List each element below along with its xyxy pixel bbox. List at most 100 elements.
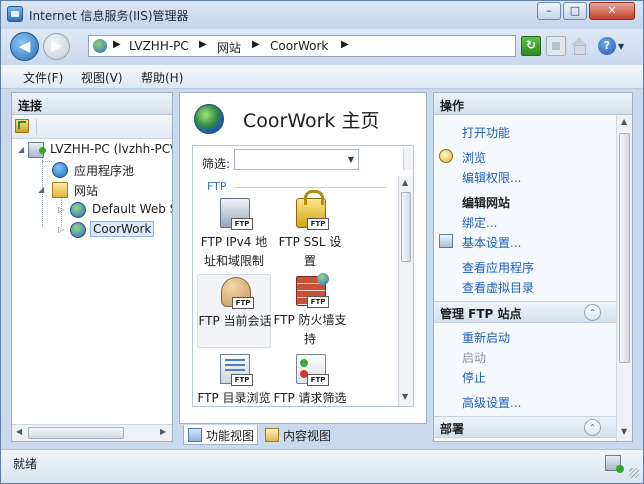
connect-icon[interactable] — [15, 119, 29, 133]
scroll-up-icon[interactable]: ▲ — [621, 117, 627, 126]
scroll-right-icon[interactable]: ▶ — [160, 427, 166, 436]
breadcrumb-separator[interactable]: ▶ — [199, 39, 207, 50]
action-stop[interactable]: 停止 — [462, 369, 486, 386]
close-button[interactable]: ✕ — [589, 2, 635, 20]
tab-features-view[interactable]: 功能视图 — [183, 425, 259, 445]
feature-label: FTP 目录浏览 — [197, 391, 271, 405]
maximize-button[interactable]: □ — [563, 2, 587, 20]
breadcrumb-separator[interactable]: ▶ — [113, 39, 121, 50]
breadcrumb-sites[interactable]: 网站 — [217, 39, 241, 56]
action-bindings[interactable]: 绑定... — [462, 214, 497, 231]
browse-icon — [439, 149, 453, 163]
scroll-left-icon[interactable]: ◀ — [16, 427, 22, 436]
feature-ftp-directory-browsing[interactable]: FTP FTP 目录浏览 — [197, 352, 271, 406]
status-text: 就绪 — [13, 457, 38, 471]
toolbar-divider — [36, 119, 37, 135]
action-view-virtual-directories[interactable]: 查看虚拟目录 — [462, 279, 534, 296]
app-pool-icon — [52, 162, 68, 178]
tree-line — [42, 161, 52, 162]
forward-button[interactable]: ▶ — [43, 33, 70, 60]
edit-site-heading: 编辑网站 — [462, 196, 511, 210]
view-tabs: 功能视图 内容视图 — [179, 424, 427, 446]
breadcrumb-separator[interactable]: ▶ — [341, 39, 349, 50]
ftp-badge: FTP — [232, 297, 254, 309]
action-edit-permissions[interactable]: 编辑权限... — [462, 169, 521, 186]
action-advanced-settings[interactable]: 高级设置... — [462, 394, 521, 411]
expand-icon[interactable]: ▷ — [58, 225, 64, 234]
section-title: 部署 — [440, 422, 465, 436]
iis-manager-window: Internet 信息服务(IIS)管理器 – □ ✕ ◀ ▶ ▶ LVZHH-… — [0, 0, 644, 484]
iis-app-icon — [7, 6, 23, 22]
page-title: CoorWork 主页 — [243, 110, 380, 132]
tree-node-label: Default Web Site — [92, 202, 172, 216]
filter-label: 筛选: — [202, 157, 231, 171]
help-icon[interactable]: ? — [598, 37, 616, 55]
expand-icon[interactable]: ▷ — [58, 205, 64, 214]
refresh-icon[interactable]: ↻ — [521, 36, 541, 56]
status-bar: 就绪 — [1, 449, 643, 483]
ftp-badge: FTP — [307, 374, 329, 386]
sites-folder-icon — [52, 182, 68, 198]
home-icon[interactable] — [569, 36, 589, 56]
feature-ftp-ipv4[interactable]: FTP FTP IPv4 地址和域限制 — [197, 196, 271, 270]
scroll-up-icon[interactable]: ▲ — [402, 178, 408, 187]
minimize-button[interactable]: – — [537, 2, 561, 20]
collapse-section-icon[interactable]: ⌃ — [584, 304, 601, 321]
back-button[interactable]: ◀ — [10, 32, 39, 61]
group-divider — [235, 187, 387, 188]
ftp-badge: FTP — [307, 296, 329, 308]
menu-file[interactable]: 文件(F) — [23, 69, 63, 86]
scroll-thumb[interactable] — [619, 133, 630, 363]
features-view-icon — [188, 428, 202, 442]
scroll-thumb[interactable] — [28, 427, 124, 439]
feature-ftp-request-filtering[interactable]: FTP FTP 请求筛选 — [273, 352, 347, 406]
address-bar[interactable]: ▶ LVZHH-PC ▶ 网站 ▶ CoorWork ▶ — [88, 35, 516, 57]
connections-pane: 连接 ◢ LVZHH-PC (lvzhh-PC\ 应用程序池 ◢ 网站 ▷ De… — [11, 92, 173, 442]
menu-view[interactable]: 视图(V) — [81, 69, 123, 86]
horizontal-scrollbar[interactable]: ◀ ▶ — [12, 424, 172, 441]
scroll-down-icon[interactable]: ▼ — [621, 427, 627, 436]
globe-icon — [93, 39, 107, 53]
ftp-badge: FTP — [231, 218, 253, 230]
tree-node-label: CoorWork — [90, 221, 155, 237]
filter-scroll[interactable] — [403, 148, 413, 170]
server-status-icon — [605, 455, 624, 473]
window-title: Internet 信息服务(IIS)管理器 — [29, 9, 189, 23]
feature-ftp-firewall[interactable]: FTP FTP 防火墙支持 — [273, 273, 347, 348]
home-pane: CoorWork 主页 筛选: ▼ FTP FTP FTP IPv4 地址和域限… — [179, 92, 427, 424]
action-view-applications[interactable]: 查看应用程序 — [462, 259, 534, 276]
vertical-scrollbar[interactable]: ▲ ▼ — [616, 115, 632, 441]
stop-icon[interactable] — [546, 36, 566, 56]
globe-icon — [70, 202, 86, 218]
menu-help[interactable]: 帮助(H) — [141, 69, 183, 86]
server-icon — [28, 142, 46, 158]
feature-ftp-sessions[interactable]: FTP FTP 当前会话 — [197, 274, 272, 348]
filter-input[interactable]: ▼ — [234, 149, 359, 170]
chevron-down-icon[interactable]: ▼ — [348, 155, 354, 164]
scroll-thumb[interactable] — [401, 192, 411, 262]
action-basic-settings[interactable]: 基本设置... — [462, 234, 521, 251]
tab-content-view[interactable]: 内容视图 — [261, 425, 334, 445]
scroll-down-icon[interactable]: ▼ — [402, 392, 408, 401]
vertical-scrollbar[interactable]: ▲ ▼ — [398, 176, 413, 406]
feature-ftp-ssl[interactable]: FTP FTP SSL 设置 — [273, 190, 347, 270]
breadcrumb-separator[interactable]: ▶ — [252, 39, 260, 50]
tab-label: 功能视图 — [206, 429, 255, 443]
tree-node-label: 网站 — [74, 184, 99, 198]
basic-settings-icon — [439, 234, 453, 248]
action-restart[interactable]: 重新启动 — [462, 329, 510, 346]
breadcrumb-server[interactable]: LVZHH-PC — [129, 39, 189, 53]
resize-grip-icon[interactable] — [629, 468, 639, 478]
action-browse[interactable]: 浏览 — [462, 149, 486, 166]
actions-header: 操作 — [434, 93, 632, 115]
ftp-badge: FTP — [231, 374, 253, 386]
site-globe-icon — [194, 104, 224, 134]
collapse-icon[interactable]: ◢ — [38, 185, 44, 194]
collapse-icon[interactable]: ◢ — [18, 145, 24, 154]
tab-label: 内容视图 — [283, 429, 332, 443]
action-open-feature[interactable]: 打开功能 — [462, 124, 510, 141]
collapse-section-icon[interactable]: ⌃ — [584, 419, 601, 436]
tree-node-label: 应用程序池 — [74, 164, 135, 178]
breadcrumb-site[interactable]: CoorWork — [270, 39, 328, 53]
help-dropdown-icon[interactable]: ▼ — [618, 42, 624, 51]
